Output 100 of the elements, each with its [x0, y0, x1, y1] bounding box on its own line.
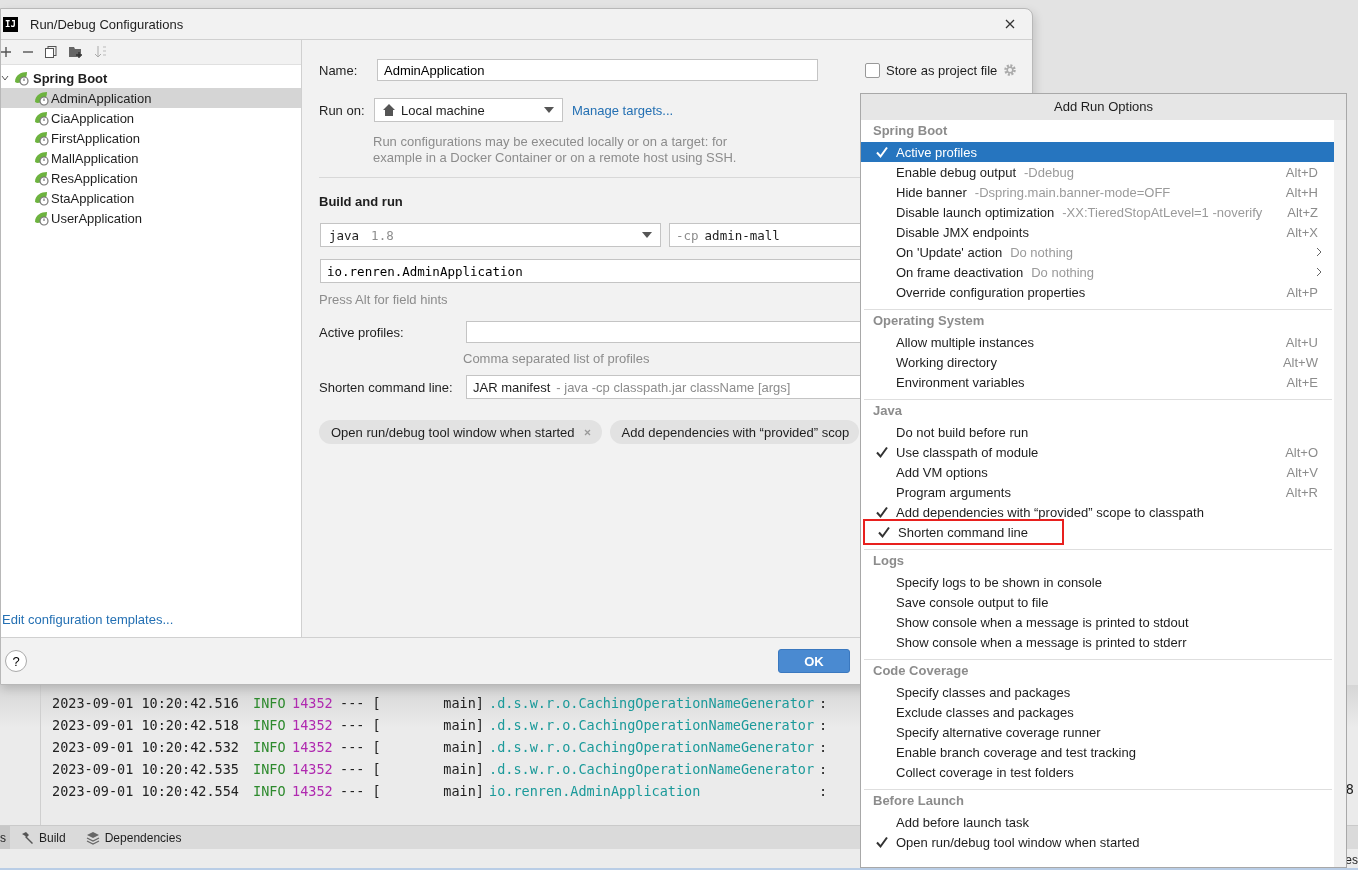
- tree-item[interactable]: StaApplication: [1, 188, 301, 208]
- menu-item[interactable]: Add before launch task: [861, 812, 1334, 832]
- menu-item[interactable]: Show console when a message is printed to stderr: [861, 632, 1334, 652]
- tree-item[interactable]: Spring Boot: [1, 68, 301, 88]
- ok-button[interactable]: OK: [778, 649, 850, 673]
- option-chip[interactable]: Open run/debug tool window when started: [319, 420, 602, 444]
- menu-item[interactable]: Save console output to file: [861, 592, 1334, 612]
- tree-item[interactable]: UserApplication: [1, 208, 301, 228]
- tool-tab[interactable]: Dependencies: [75, 826, 192, 849]
- shortcut-text: Alt+W: [1282, 354, 1318, 370]
- log-separator: --- [: [340, 695, 382, 711]
- manage-targets-link[interactable]: Manage targets...: [572, 102, 674, 118]
- help-button[interactable]: ?: [5, 650, 27, 672]
- tree-item[interactable]: AdminApplication: [1, 88, 301, 108]
- menu-item[interactable]: Hide banner -Dspring.main.banner-mode=OFF Alt+H: [861, 182, 1334, 202]
- menu-item[interactable]: Specify alternative coverage runner: [861, 722, 1334, 742]
- tree-item[interactable]: FirstApplication: [1, 128, 301, 148]
- tree-item[interactable]: MallApplication: [1, 148, 301, 168]
- field-label: Run on:: [319, 102, 366, 118]
- menu-item[interactable]: Override configuration properties Alt+P: [861, 282, 1334, 302]
- option-chip[interactable]: Add dependencies with “provided” scop: [609, 420, 860, 444]
- classpath-value: admin-mall: [704, 227, 780, 243]
- log-separator: --- [: [340, 717, 382, 733]
- spring-leaf-icon: [33, 210, 49, 226]
- shortcut-text: Alt+X: [1286, 224, 1318, 240]
- menu-item[interactable]: Specify classes and packages: [861, 682, 1334, 702]
- menu-item[interactable]: Shorten command line: [861, 519, 1334, 545]
- menu-item[interactable]: Show console when a message is printed to stdout: [861, 612, 1334, 632]
- menu-item-label: Show console when a message is printed to stdout: [896, 614, 1189, 630]
- spring-leaf-icon: [33, 90, 49, 106]
- menu-item-label: Enable branch coverage and test tracking: [896, 744, 1136, 760]
- menu-item-label: Disable launch optimization: [896, 204, 1055, 220]
- run-on-dropdown[interactable]: Local machine: [374, 98, 563, 122]
- tool-tab[interactable]: Build: [10, 826, 76, 849]
- log-time: 2023-09-01 10:20:42.518: [52, 717, 240, 733]
- templates-link[interactable]: Edit configuration templates...: [1, 612, 301, 637]
- menu-item[interactable]: Exclude classes and packages: [861, 702, 1334, 722]
- menu-item-label: Enable debug output: [896, 164, 1016, 180]
- tree-item[interactable]: ResApplication: [1, 168, 301, 188]
- menu-item[interactable]: Enable debug output -Ddebug Alt+D: [861, 162, 1334, 182]
- menu-item[interactable]: Use classpath of module Alt+O: [861, 442, 1334, 462]
- shortcut-text: Alt+E: [1286, 374, 1318, 390]
- log-logger: .d.s.w.r.o.CachingOperationNameGenerator: [489, 717, 816, 733]
- menu-item-detail: Do nothing: [1031, 264, 1095, 280]
- log-colon: :: [819, 717, 828, 733]
- shorten-detail: - java -cp classpath.jar className [args]: [556, 379, 791, 395]
- shortcut-text: Alt+V: [1286, 464, 1318, 480]
- menu-item[interactable]: Program arguments Alt+R: [861, 482, 1334, 502]
- spring-leaf-icon: [33, 150, 49, 166]
- shortcut-text: Alt+U: [1285, 334, 1318, 350]
- tool-tab[interactable]: s: [0, 826, 10, 849]
- menu-item[interactable]: Active profiles: [861, 142, 1334, 162]
- folder-add-icon[interactable]: [69, 46, 83, 58]
- group-title: Spring Boot: [872, 122, 949, 140]
- hint-text: Run configurations may be executed locally or on a target: for example in a Docker Container or on a remote host using SSH.: [373, 134, 738, 166]
- checkbox-label[interactable]: Store as project file: [886, 62, 998, 78]
- menu-item-label: Allow multiple instances: [896, 334, 1034, 350]
- log-pid: 14352: [292, 783, 334, 799]
- group-title: Before Launch: [872, 792, 965, 810]
- copy-icon[interactable]: [45, 46, 57, 58]
- log-colon: :: [819, 783, 828, 799]
- log-time: 2023-09-01 10:20:42.516: [52, 695, 240, 711]
- hammer-icon: [20, 830, 34, 845]
- log-text: 8: [1345, 781, 1354, 797]
- menu-item[interactable]: Add dependencies with “provided” scope to classpath: [861, 502, 1334, 522]
- classpath-prefix: -cp: [676, 227, 699, 243]
- menu-item[interactable]: Do not build before run: [861, 422, 1334, 442]
- layers-icon: [85, 830, 100, 845]
- jdk-dropdown[interactable]: java 1.8: [320, 223, 661, 247]
- menu-item-label: Override configuration properties: [896, 284, 1086, 300]
- name-field[interactable]: AdminApplication: [377, 59, 818, 81]
- menu-item-label: Add VM options: [896, 464, 988, 480]
- menu-item-label: Show console when a message is printed to stderr: [896, 634, 1187, 650]
- field-label: Shorten command line:: [319, 379, 454, 395]
- home-icon: [383, 104, 395, 116]
- popup-title: Add Run Options: [861, 94, 1346, 120]
- tree-item[interactable]: CiaApplication: [1, 108, 301, 128]
- menu-item[interactable]: Disable launch optimization -XX:TieredStopAtLevel=1 -noverify Alt+Z: [861, 202, 1334, 222]
- log-time: 2023-09-01 10:20:42.554: [52, 783, 240, 799]
- log-thread: main]: [442, 717, 484, 733]
- jdk-name: java: [329, 227, 360, 243]
- menu-item[interactable]: Open run/debug tool window when started: [861, 832, 1334, 852]
- menu-item[interactable]: Collect coverage in test folders: [861, 762, 1334, 782]
- caret-icon: [642, 232, 652, 238]
- menu-item[interactable]: Enable branch coverage and test tracking: [861, 742, 1334, 762]
- log-logger: .d.s.w.r.o.CachingOperationNameGenerator: [489, 739, 816, 755]
- menu-item[interactable]: Add VM options Alt+V: [861, 462, 1334, 482]
- sort-icon[interactable]: [95, 46, 107, 58]
- menu-item-label: Use classpath of module: [896, 444, 1039, 460]
- log-logger: io.renren.AdminApplication: [489, 783, 702, 799]
- log-level: INFO: [253, 739, 287, 755]
- menu-item[interactable]: Working directory Alt+W: [861, 352, 1334, 372]
- log-colon: :: [819, 761, 828, 777]
- log-level: INFO: [253, 783, 287, 799]
- menu-item[interactable]: Specify logs to be shown in console: [861, 572, 1334, 592]
- checkbox[interactable]: [865, 62, 880, 78]
- add-icon[interactable]: [1, 47, 11, 57]
- menu-item-label: Do not build before run: [896, 424, 1029, 440]
- menu-item[interactable]: Allow multiple instances Alt+U: [861, 332, 1334, 352]
- group-title: Logs: [872, 552, 906, 570]
